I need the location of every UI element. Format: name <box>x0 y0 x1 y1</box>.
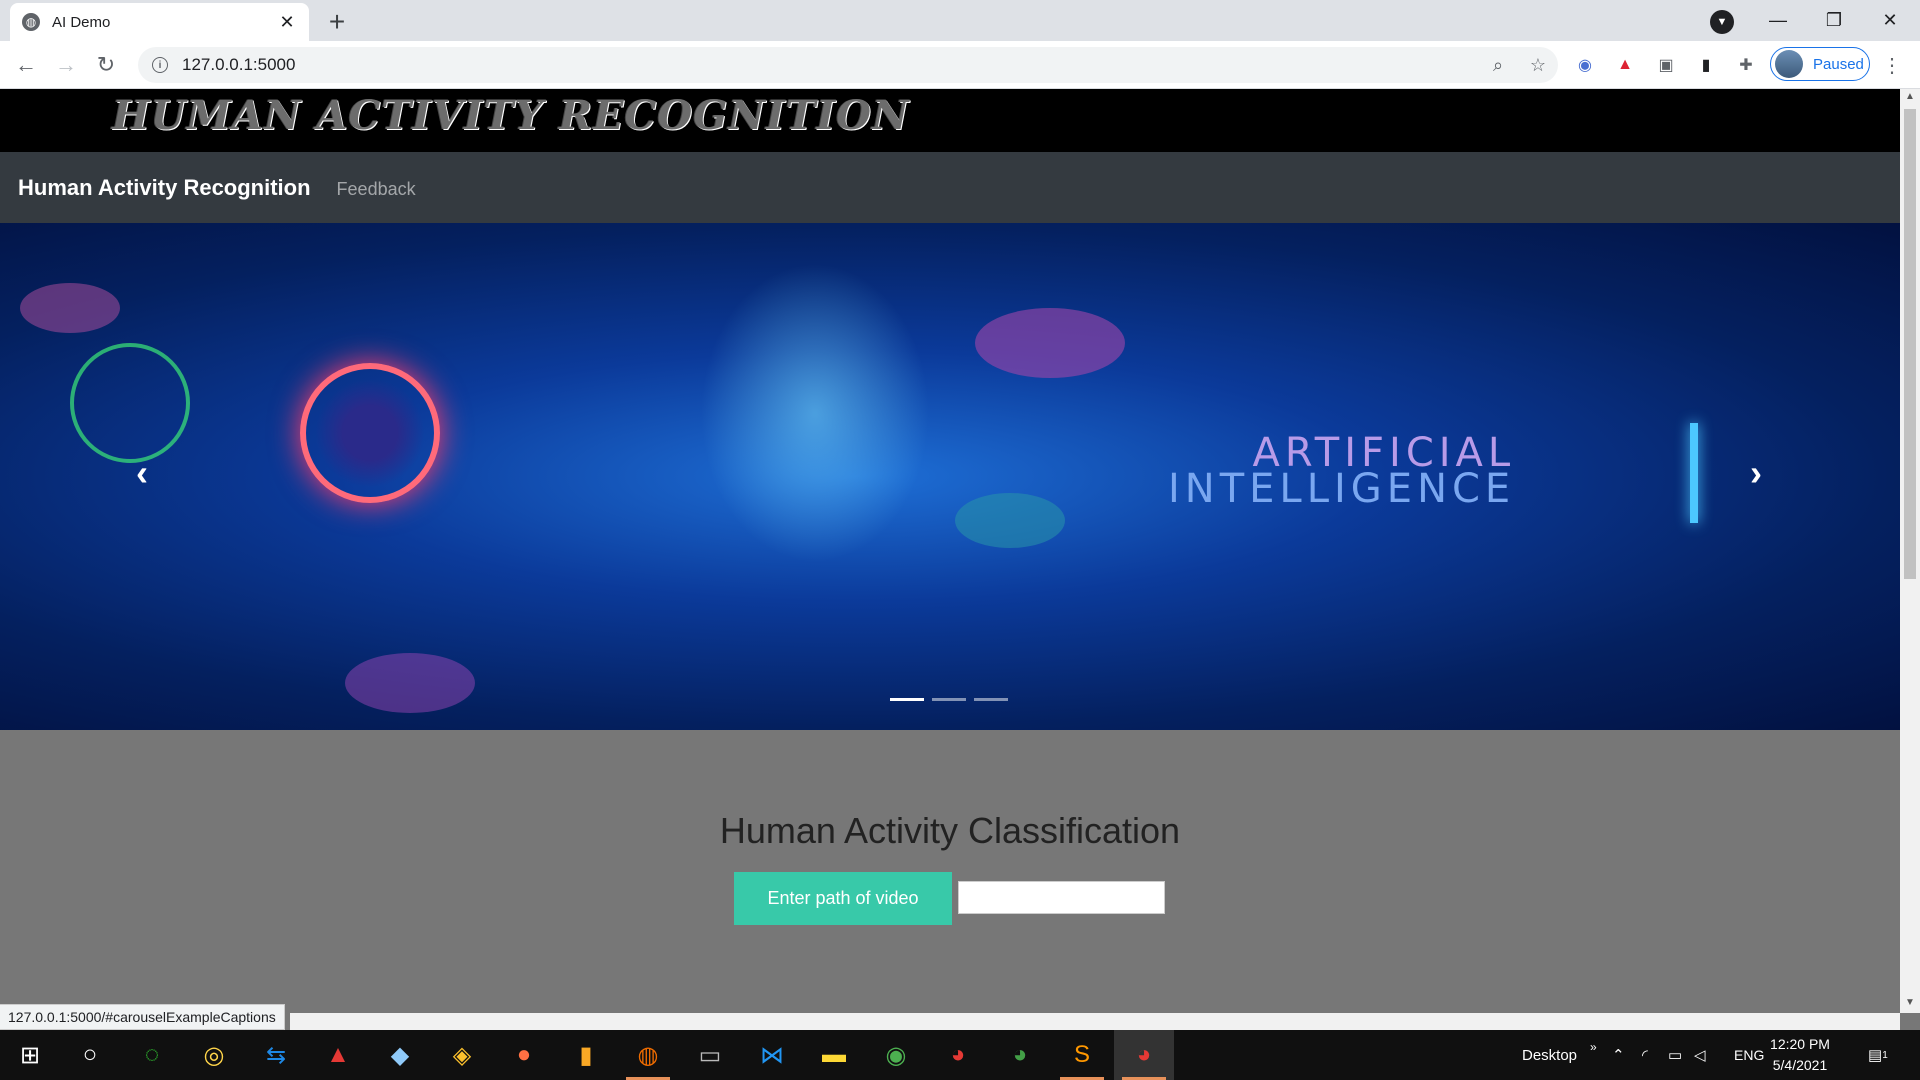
carousel-indicator-3[interactable] <box>974 698 1008 701</box>
reload-button[interactable]: ↻ <box>90 49 122 81</box>
horizontal-scrollbar[interactable] <box>290 1013 1900 1030</box>
wifi-icon[interactable]: ◜ <box>1642 1030 1648 1080</box>
powerbi-icon[interactable]: ▮ <box>556 1030 616 1080</box>
window-close-button[interactable]: ✕ <box>1862 0 1918 41</box>
sublime-text-icon[interactable]: S <box>1052 1030 1112 1080</box>
classification-heading: Human Activity Classification <box>719 810 1181 851</box>
start-windows-icon[interactable]: ⊞ <box>0 1030 60 1080</box>
face-glow-graphic <box>700 263 930 563</box>
profile-button[interactable]: Paused <box>1770 47 1870 81</box>
acrobat-icon[interactable]: ▲ <box>308 1030 368 1080</box>
browser-menu-icon[interactable]: ⋮ <box>1882 53 1902 78</box>
extension-chart-icon[interactable]: ▲ <box>1613 53 1637 77</box>
scrollbar-thumb[interactable] <box>1904 109 1916 579</box>
carousel-caption: ARTIFICIAL INTELLIGENCE <box>1168 433 1516 512</box>
purple-bubble-graphic <box>975 308 1125 378</box>
image-carousel: ARTIFICIAL INTELLIGENCE ‹ › <box>0 223 1900 730</box>
media-control-icon[interactable]: ▼ <box>1710 10 1734 34</box>
pink-bubble-graphic <box>20 283 120 333</box>
site-header: HUMAN ACTIVITY RECOGNITION <box>0 89 1900 152</box>
clock-date: 5/4/2021 <box>1772 1057 1828 1073</box>
git-app-icon[interactable]: ◈ <box>432 1030 492 1080</box>
extensions-puzzle-icon[interactable]: ✚ <box>1734 53 1758 77</box>
scroll-down-arrow-icon[interactable]: ▼ <box>1905 997 1915 1008</box>
web-page: HUMAN ACTIVITY RECOGNITION Human Activit… <box>0 89 1900 1013</box>
address-bar[interactable]: i 127.0.0.1:5000 ⌕ ☆ <box>138 47 1558 83</box>
cortana-search-icon[interactable]: ○ <box>60 1030 120 1080</box>
profile-status: Paused <box>1813 55 1864 73</box>
back-button[interactable]: ← <box>10 49 42 81</box>
forward-button[interactable]: → <box>50 49 82 81</box>
classification-section: Human Activity Classification Enter path… <box>0 730 1900 1013</box>
volume-icon[interactable]: ◁ <box>1694 1030 1706 1080</box>
caption-line-2: INTELLIGENCE <box>1168 466 1516 512</box>
toolbar-expand-icon[interactable]: » <box>1590 1022 1597 1072</box>
url-text[interactable]: 127.0.0.1:5000 <box>182 55 1478 75</box>
chrome-icon[interactable]: ◕ <box>1114 1030 1174 1080</box>
teal-bubble-graphic <box>955 493 1065 548</box>
nav-link-feedback[interactable]: Feedback <box>337 179 416 200</box>
extension-window-icon[interactable]: ▣ <box>1654 53 1678 77</box>
globe-icon: ◍ <box>22 13 40 31</box>
chrome-profile-2-icon[interactable]: ◕ <box>990 1030 1050 1080</box>
chrome-profile-1-icon[interactable]: ◕ <box>928 1030 988 1080</box>
jupyter-icon[interactable]: ◍ <box>618 1030 678 1080</box>
carousel-indicator-2[interactable] <box>932 698 966 701</box>
windows-taskbar: ⊞ ○ ◌ ◎ ⇆ ▲ ◆ ◈ ● ▮ ◍ ▭ ⋈ ▬ ◉ ◕ ◕ S ◕ De… <box>0 1030 1920 1080</box>
new-tab-button[interactable]: + <box>320 5 354 39</box>
navbar-brand[interactable]: Human Activity Recognition <box>18 175 311 201</box>
desktop-toolbar-label[interactable]: Desktop <box>1522 1030 1577 1080</box>
vscode-icon[interactable]: ⋈ <box>742 1030 802 1080</box>
tab-title: AI Demo <box>52 13 111 31</box>
carousel-next-button[interactable]: › <box>1736 452 1776 493</box>
notification-count: 1 <box>1882 1049 1888 1061</box>
green-ring-graphic <box>70 343 190 463</box>
zoom-icon[interactable]: ⌕ <box>1478 55 1518 76</box>
cube-app-icon[interactable]: ◆ <box>370 1030 430 1080</box>
browser-tab[interactable]: ◍ AI Demo ✕ <box>10 3 309 41</box>
extension-bars-icon[interactable]: ▮ <box>1694 53 1718 77</box>
browser-tabstrip: ◍ AI Demo ✕ + ▼ — ❐ ✕ <box>0 0 1920 41</box>
file-explorer-icon[interactable]: ▬ <box>804 1030 864 1080</box>
app-ring-icon[interactable]: ◌ <box>122 1030 182 1080</box>
app-disc-icon[interactable]: ◎ <box>184 1030 244 1080</box>
video-path-input[interactable] <box>958 881 1165 914</box>
site-info-icon[interactable]: i <box>152 57 168 73</box>
firefox-icon[interactable]: ● <box>494 1030 554 1080</box>
vertical-scrollbar[interactable]: ▲ ▼ <box>1900 89 1920 1013</box>
scroll-up-arrow-icon[interactable]: ▲ <box>1905 91 1915 102</box>
extension-globe-icon[interactable]: ◉ <box>1573 53 1597 77</box>
tray-chevron-icon[interactable]: ⌃ <box>1612 1030 1625 1080</box>
terminal-icon[interactable]: ▭ <box>680 1030 740 1080</box>
avatar <box>1775 50 1803 78</box>
tab-close-icon[interactable]: ✕ <box>277 12 297 33</box>
violet-bubble-graphic <box>345 653 475 713</box>
clock-time: 12:20 PM <box>1770 1036 1830 1052</box>
enter-path-button[interactable]: Enter path of video <box>734 872 952 925</box>
whatsapp-icon[interactable]: ◉ <box>866 1030 926 1080</box>
link-status-bar: 127.0.0.1:5000/#carouselExampleCaptions <box>0 1004 285 1030</box>
notification-center-icon[interactable]: ▤ 1 <box>1868 1030 1888 1080</box>
site-navbar: Human Activity Recognition Feedback <box>0 152 1900 223</box>
browser-toolbar: ← → ↻ i 127.0.0.1:5000 ⌕ ☆ ◉ ▲ ▣ ▮ ✚ Pau… <box>0 41 1920 89</box>
carousel-indicators <box>890 698 1008 701</box>
minimize-button[interactable]: — <box>1750 0 1806 41</box>
carousel-indicator-1[interactable] <box>890 698 924 701</box>
restore-button[interactable]: ❐ <box>1806 0 1862 41</box>
eye-ring-graphic <box>300 363 440 503</box>
caption-accent-bar <box>1690 423 1698 523</box>
taskbar-clock[interactable]: 12:20 PM 5/4/2021 <box>1760 1034 1840 1076</box>
bookmark-star-icon[interactable]: ☆ <box>1518 55 1558 76</box>
battery-icon[interactable]: ▭ <box>1668 1030 1682 1080</box>
carousel-prev-button[interactable]: ‹ <box>122 452 162 493</box>
teamviewer-icon[interactable]: ⇆ <box>246 1030 306 1080</box>
site-header-brand: HUMAN ACTIVITY RECOGNITION <box>112 92 910 139</box>
